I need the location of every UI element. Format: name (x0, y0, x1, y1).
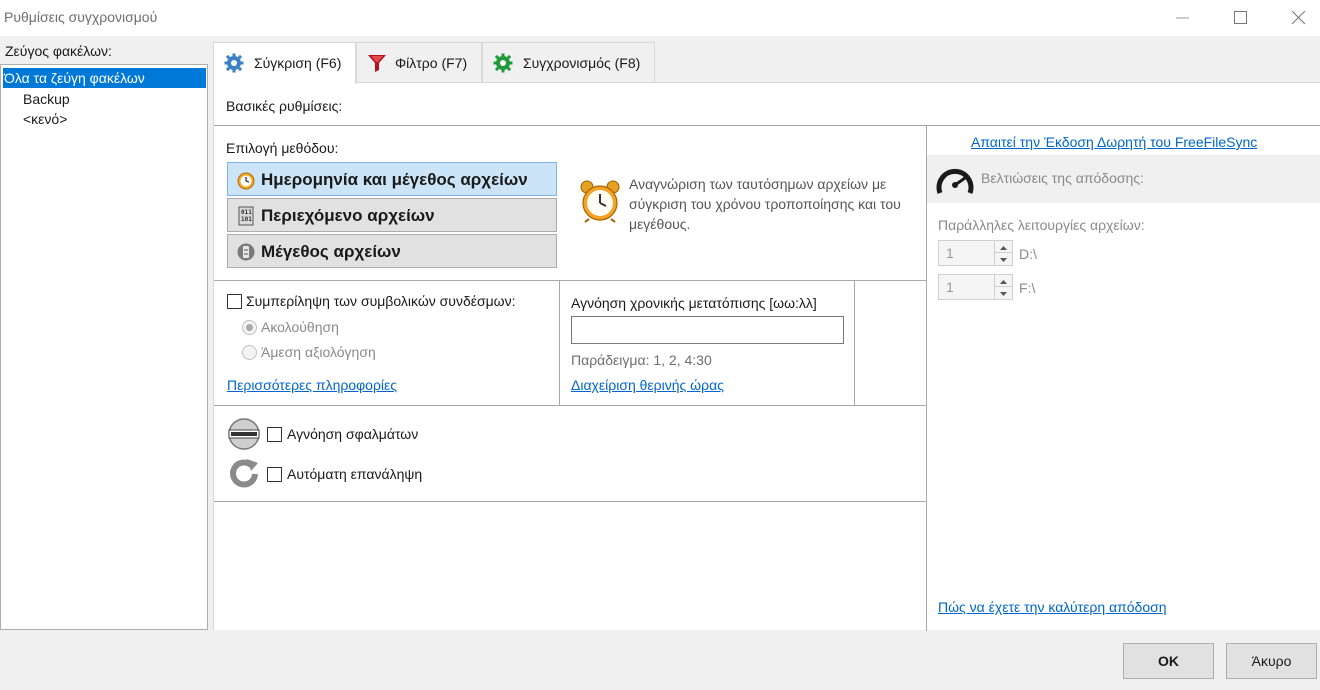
method-selection-label: Επιλογή μεθόδου: (226, 140, 339, 156)
divider (214, 125, 1320, 126)
folder-pair-item-empty[interactable]: <κενό> (23, 109, 67, 129)
auto-retry-checkbox[interactable] (267, 467, 282, 482)
method-size-label: Μέγεθος αρχείων (261, 242, 401, 261)
include-symlinks-checkbox[interactable] (227, 294, 242, 309)
svg-text:011: 011 (241, 209, 252, 216)
include-symlinks-label: Συμπερίληψη των συμβολικών συνδέσμων: (246, 293, 516, 309)
gear-icon (224, 53, 244, 73)
auto-retry-icon (230, 459, 258, 488)
tab-compare-label: Σύγκριση (F6) (254, 55, 342, 71)
basic-settings-title: Βασικές ρυθμίσεις: (226, 98, 343, 114)
minimize-icon (1176, 17, 1189, 19)
parallel-ops-f-value: 1 (946, 279, 954, 295)
more-info-link[interactable]: Περισσότερες πληροφορίες (227, 377, 397, 393)
parallel-ops-d-value: 1 (946, 245, 954, 261)
title-bar: Ρυθμίσεις συγχρονισμού (0, 0, 1320, 36)
method-size-button[interactable]: Μέγεθος αρχείων (227, 234, 557, 268)
method-description: Αναγνώριση των ταυτόσημων αρχείων με σύγ… (629, 176, 901, 232)
direct-symlinks-radio[interactable] (242, 345, 257, 360)
method-time-size-label: Ημερομηνία και μέγεθος αρχείων (261, 170, 528, 189)
folder-pair-list[interactable]: Όλα τα ζεύγη φακέλων Backup <κενό> (0, 64, 208, 630)
funnel-icon (368, 55, 386, 72)
method-content-label: Περιεχόμενο αρχείων (261, 206, 435, 225)
speedometer-icon (936, 169, 974, 194)
svg-text:101: 101 (241, 216, 252, 223)
folder-pairs-label: Ζεύγος φακέλων: (5, 43, 112, 59)
maximize-button[interactable] (1212, 0, 1270, 36)
drive-f-label: F:\ (1019, 280, 1036, 296)
ignore-errors-label: Αγνόηση σφαλμάτων (287, 426, 419, 442)
time-shift-example: Παράδειγμα: 1, 2, 4:30 (571, 352, 712, 368)
divider (214, 501, 926, 502)
drive-d-label: D:\ (1019, 246, 1037, 262)
folder-pair-item-all[interactable]: Όλα τα ζεύγη φακέλων (3, 68, 206, 88)
chevron-down-icon (1000, 258, 1007, 262)
sync-gear-icon (493, 53, 513, 73)
follow-symlinks-radio[interactable] (242, 320, 257, 335)
chevron-down-icon (1000, 292, 1007, 296)
clock-icon (237, 172, 255, 190)
best-performance-link[interactable]: Πώς να έχετε την καλύτερη απόδοση (938, 599, 1167, 615)
parallel-operations-label: Παράλληλες λειτουργίες αρχείων: (938, 217, 1145, 233)
tab-compare[interactable]: Σύγκριση (F6) (213, 42, 356, 84)
spin-up-button[interactable] (995, 241, 1012, 253)
cancel-button[interactable]: Άκυρο (1226, 643, 1317, 679)
direct-symlinks-label: Άμεση αξιολόγηση (261, 344, 376, 360)
follow-symlinks-label: Ακολούθηση (261, 319, 339, 335)
tab-synchronize-label: Συγχρονισμός (F8) (523, 55, 641, 71)
performance-header: Βελτιώσεις της απόδοσης: (927, 155, 1320, 203)
divider (559, 281, 560, 405)
method-time-size-button[interactable]: Ημερομηνία και μέγεθος αρχείων (227, 162, 557, 196)
auto-retry-label: Αυτόματη επανάληψη (287, 466, 423, 482)
parallel-ops-d-spinner[interactable]: 1 (938, 240, 1013, 266)
file-size-icon (237, 243, 255, 261)
tab-filter[interactable]: Φίλτρο (F7) (356, 42, 482, 82)
folder-pair-item-backup[interactable]: Backup (23, 89, 70, 109)
time-shift-input[interactable] (571, 316, 844, 344)
ignore-errors-checkbox[interactable] (267, 427, 282, 442)
spin-down-button[interactable] (995, 287, 1012, 299)
tab-filter-label: Φίλτρο (F7) (395, 55, 468, 71)
tab-synchronize[interactable]: Συγχρονισμός (F8) (482, 42, 655, 82)
close-button[interactable] (1270, 0, 1320, 36)
alarm-clock-icon (580, 180, 620, 223)
spin-up-button[interactable] (995, 275, 1012, 287)
compare-settings-panel: Βασικές ρυθμίσεις: Επιλογή μεθόδου: Ημερ… (213, 82, 1320, 631)
divider (214, 405, 926, 406)
ignore-errors-icon (228, 418, 260, 450)
spin-down-button[interactable] (995, 253, 1012, 265)
parallel-ops-f-spinner[interactable]: 1 (938, 274, 1013, 300)
minimize-button[interactable] (1154, 0, 1212, 36)
window-title: Ρυθμίσεις συγχρονισμού (4, 9, 158, 25)
ok-button[interactable]: OK (1123, 643, 1214, 679)
divider (214, 280, 926, 281)
binary-file-icon: 011 101 (238, 206, 254, 226)
dst-handling-link[interactable]: Διαχείριση θερινής ώρας (571, 377, 724, 393)
method-content-button[interactable]: 011 101 Περιεχόμενο αρχείων (227, 198, 557, 232)
performance-title: Βελτιώσεις της απόδοσης: (981, 170, 1144, 186)
donation-edition-link[interactable]: Απαιτεί την Έκδοση Δωρητή του FreeFileSy… (971, 134, 1257, 150)
maximize-icon (1234, 11, 1247, 24)
divider (854, 281, 855, 405)
ignore-time-shift-label: Αγνόηση χρονικής μετατόπισης [ωω:λλ] (571, 295, 817, 311)
close-icon (1292, 11, 1306, 25)
